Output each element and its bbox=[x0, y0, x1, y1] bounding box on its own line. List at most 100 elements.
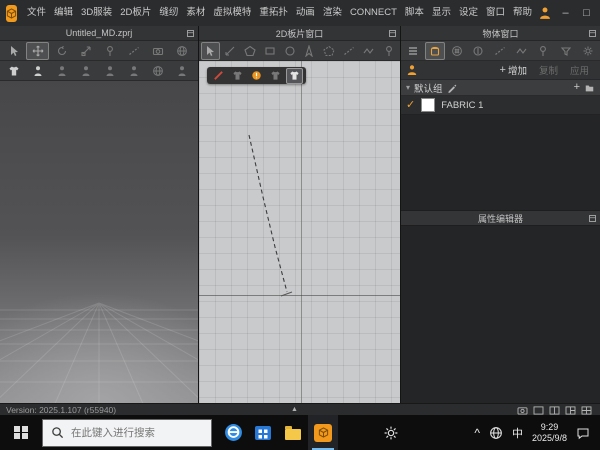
scene-list-tab-icon[interactable] bbox=[403, 42, 424, 60]
select-tool-icon[interactable] bbox=[2, 42, 25, 60]
file-explorer-icon[interactable] bbox=[278, 415, 308, 450]
panel-popout-icon[interactable] bbox=[186, 29, 195, 38]
filter-icon[interactable] bbox=[556, 42, 577, 60]
pattern-mesh-icon[interactable] bbox=[229, 68, 246, 84]
arrangement-points-icon[interactable] bbox=[122, 62, 145, 80]
quad-view-icon[interactable] bbox=[581, 406, 592, 415]
object-actions-row: +增加 复制 应用 bbox=[401, 61, 600, 80]
avatar-show-hide-icon[interactable] bbox=[170, 62, 193, 80]
add-button[interactable]: +增加 bbox=[494, 63, 533, 77]
edit-pattern-tool-icon[interactable] bbox=[221, 42, 240, 60]
object-settings-gear-icon[interactable] bbox=[577, 42, 598, 60]
transform-pattern-tool-icon[interactable] bbox=[201, 42, 220, 60]
buttonhole-tab-icon[interactable] bbox=[468, 42, 489, 60]
pin-tab-icon[interactable] bbox=[533, 42, 554, 60]
minimize-button[interactable]: – bbox=[556, 0, 575, 26]
collapse-panel-icon[interactable]: ▲ bbox=[291, 405, 298, 415]
camera-tool-icon[interactable] bbox=[146, 42, 169, 60]
world-display-icon[interactable] bbox=[146, 62, 169, 80]
pin-tool-icon[interactable] bbox=[98, 42, 121, 60]
avatar-pose-icon[interactable] bbox=[50, 62, 73, 80]
md-app-icon[interactable] bbox=[308, 415, 338, 450]
rename-pencil-icon[interactable] bbox=[447, 83, 457, 93]
menu-avatar[interactable]: 虚拟模特 bbox=[209, 0, 255, 26]
menu-edit[interactable]: 编辑 bbox=[50, 0, 77, 26]
menu-render[interactable]: 渲染 bbox=[319, 0, 346, 26]
menu-animation[interactable]: 动画 bbox=[292, 0, 319, 26]
stitch-display-icon[interactable] bbox=[210, 68, 227, 84]
rotate-tool-icon[interactable] bbox=[50, 42, 73, 60]
canvas-2d[interactable] bbox=[199, 61, 400, 403]
fabric-color-swatch[interactable] bbox=[421, 98, 435, 112]
scale-tool-icon[interactable] bbox=[74, 42, 97, 60]
warning-badge-icon[interactable] bbox=[248, 68, 265, 84]
edge-icon[interactable] bbox=[218, 415, 248, 450]
menu-settings[interactable]: 设定 bbox=[455, 0, 482, 26]
pattern-sketch[interactable] bbox=[199, 61, 400, 403]
menu-help[interactable]: 帮助 bbox=[509, 0, 536, 26]
check-icon[interactable]: ✓ bbox=[406, 100, 415, 111]
menu-script[interactable]: 脚本 bbox=[401, 0, 428, 26]
collapse-caret-icon[interactable]: ▾ bbox=[406, 84, 410, 92]
network-globe-icon[interactable] bbox=[489, 426, 503, 440]
search-input[interactable] bbox=[43, 420, 211, 446]
apply-button[interactable]: 应用 bbox=[564, 63, 595, 77]
triple-view-icon[interactable] bbox=[565, 406, 576, 415]
texture-display-icon[interactable] bbox=[286, 68, 303, 84]
sewing-tool-icon[interactable] bbox=[122, 42, 145, 60]
menu-sewing[interactable]: 缝纫 bbox=[155, 0, 182, 26]
seam-tool-icon[interactable] bbox=[340, 42, 359, 60]
viewport-3d[interactable] bbox=[0, 81, 198, 403]
menu-window[interactable]: 窗口 bbox=[482, 0, 509, 26]
dart-tool-icon[interactable] bbox=[300, 42, 319, 60]
action-center-icon[interactable] bbox=[576, 426, 590, 440]
menu-connect[interactable]: CONNECT bbox=[346, 0, 401, 26]
button-tab-icon[interactable] bbox=[446, 42, 467, 60]
account-avatar-icon[interactable] bbox=[536, 4, 554, 22]
puckering-tab-icon[interactable] bbox=[511, 42, 532, 60]
internal-polygon-tool-icon[interactable] bbox=[320, 42, 339, 60]
avatar-size-icon[interactable] bbox=[74, 62, 97, 80]
property-editor-empty-area[interactable] bbox=[401, 226, 600, 403]
ime-indicator[interactable]: 中 bbox=[512, 425, 523, 441]
zigzag-stitch-tool-icon[interactable] bbox=[359, 42, 378, 60]
menu-3d-garment[interactable]: 3D服装 bbox=[77, 0, 116, 26]
move-gizmo-tool-icon[interactable] bbox=[26, 42, 49, 60]
notch-tool-icon[interactable] bbox=[379, 42, 398, 60]
copy-button[interactable]: 复制 bbox=[533, 63, 564, 77]
menu-file[interactable]: 文件 bbox=[23, 0, 50, 26]
show-garment-icon[interactable] bbox=[2, 62, 25, 80]
panel-popout-icon[interactable] bbox=[588, 214, 597, 223]
app-logo-icon[interactable] bbox=[6, 5, 17, 22]
snapshot-icon[interactable] bbox=[517, 406, 528, 415]
rectangle-tool-icon[interactable] bbox=[260, 42, 279, 60]
object-list-empty-area[interactable] bbox=[401, 115, 600, 210]
fabric-tab-icon[interactable] bbox=[425, 42, 446, 60]
mannequin-icon[interactable] bbox=[98, 62, 121, 80]
store-icon[interactable] bbox=[248, 415, 278, 450]
settings-gear-icon[interactable] bbox=[376, 415, 406, 450]
menu-retopology[interactable]: 重拓扑 bbox=[255, 0, 292, 26]
tray-chevron-up-icon[interactable]: ^ bbox=[474, 426, 480, 440]
split-view-icon[interactable] bbox=[549, 406, 560, 415]
single-view-icon[interactable] bbox=[533, 406, 544, 415]
pattern-shade-icon[interactable] bbox=[267, 68, 284, 84]
menu-2d-pattern[interactable]: 2D板片 bbox=[116, 0, 155, 26]
panel-popout-icon[interactable] bbox=[388, 29, 397, 38]
menu-display[interactable]: 显示 bbox=[428, 0, 455, 26]
show-avatar-icon[interactable] bbox=[26, 62, 49, 80]
globe-tool-icon[interactable] bbox=[170, 42, 193, 60]
topstitch-tab-icon[interactable] bbox=[490, 42, 511, 60]
polygon-tool-icon[interactable] bbox=[241, 42, 260, 60]
add-group-icon[interactable]: + bbox=[574, 82, 580, 93]
fabric-list-item[interactable]: ✓ FABRIC 1 bbox=[401, 96, 600, 115]
menu-material[interactable]: 素材 bbox=[182, 0, 209, 26]
folder-icon[interactable] bbox=[584, 83, 595, 93]
maximize-button[interactable]: □ bbox=[577, 0, 596, 26]
default-group-row[interactable]: ▾ 默认组 + bbox=[401, 80, 600, 96]
taskbar-clock[interactable]: 9:29 2025/9/8 bbox=[532, 422, 567, 444]
start-button[interactable] bbox=[0, 415, 42, 450]
taskbar-search[interactable] bbox=[42, 419, 212, 447]
circle-tool-icon[interactable] bbox=[280, 42, 299, 60]
panel-popout-icon[interactable] bbox=[588, 29, 597, 38]
